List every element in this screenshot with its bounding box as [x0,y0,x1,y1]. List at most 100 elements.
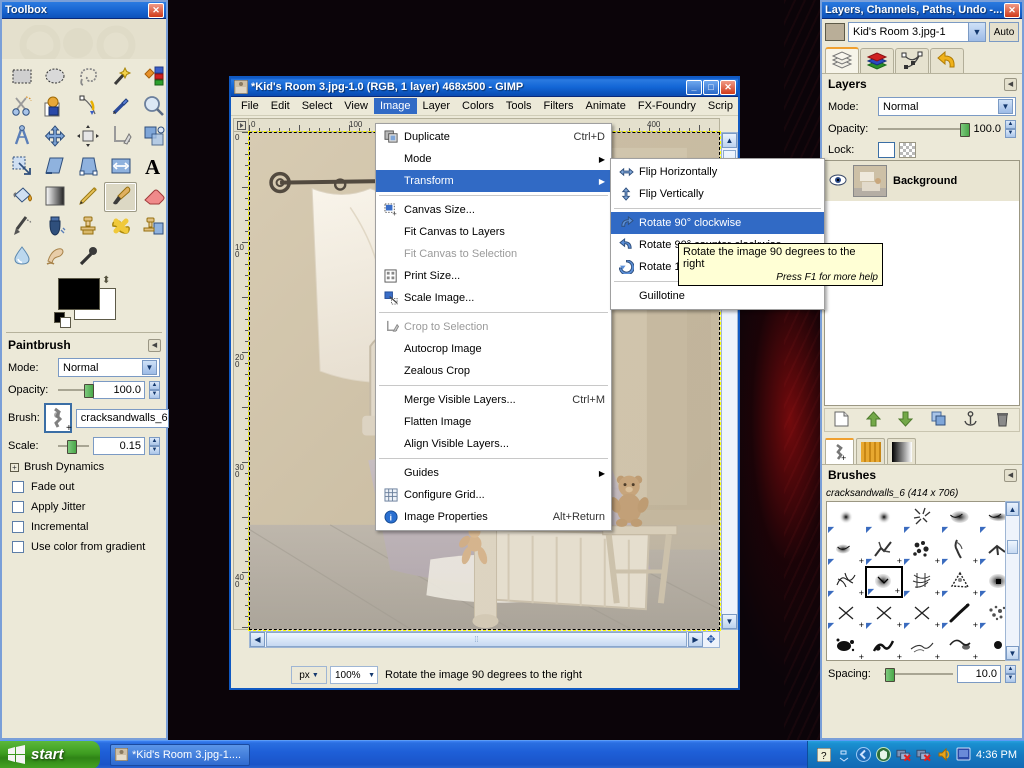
spacing-stepper[interactable]: ▲ ▼ [1005,665,1016,683]
help-tray-icon[interactable]: ? [816,747,831,762]
image-select[interactable]: Kid's Room 3.jpg-1 ▼ [848,22,986,42]
blend-tool[interactable] [38,182,71,212]
horizontal-scroll-thumb[interactable]: ⁞⁞ [266,632,687,647]
smudge-tool[interactable] [38,242,71,272]
fuzzy-select-tool[interactable] [104,62,137,92]
layers-tab[interactable] [825,47,859,73]
menu-item[interactable]: Print Size... [376,265,611,287]
brush-item[interactable]: ◤+ [903,598,941,630]
lower-layer-button[interactable] [898,411,914,430]
menu-item[interactable]: Rotate 90° clockwise [611,212,824,234]
image-menu-dropdown[interactable]: Duplicate Ctrl+D Mode ▶ Transform ▶ + Canvas Si… [375,123,612,531]
raise-layer-button[interactable] [865,410,882,430]
scale-stepper[interactable]: ▲ ▼ [149,437,160,455]
minimize-button[interactable]: _ [686,79,702,95]
brush-scroll-down-button[interactable]: ▼ [1006,646,1019,660]
auto-button[interactable]: Auto [989,22,1019,42]
brush-dynamics-expander[interactable]: + Brush Dynamics [2,457,166,477]
clone-tool[interactable] [71,212,104,242]
alignment-tool[interactable] [71,122,104,152]
collapse-icon[interactable]: ◀ [1004,77,1017,91]
flip-tool[interactable] [104,152,137,182]
brush-item[interactable]: + [865,630,903,660]
paintbrush-tool[interactable] [104,182,137,212]
image-menubar[interactable]: File Edit Select View Image Layer Colors Tools F… [231,97,738,116]
layer-opacity-slider[interactable] [878,122,971,137]
visibility-eye-icon[interactable] [829,174,847,189]
swap-colors-icon[interactable]: ⬍ [102,275,110,286]
canvas-horizontal-scrollbar[interactable]: ◀ ⁞⁞ ▶ ✥ [249,631,720,648]
brush-scroll-up-button[interactable]: ▲ [1006,502,1019,516]
brush-item[interactable]: + [941,630,979,660]
select-by-color-tool[interactable] [137,62,170,92]
zoom-tool[interactable] [137,92,170,122]
rect-select-tool[interactable] [5,62,38,92]
undo-history-tab[interactable] [930,48,964,73]
option-checkbox-row[interactable]: Use color from gradient [2,537,166,557]
menu-item[interactable]: + Canvas Size... [376,199,611,221]
menu-tools[interactable]: Tools [500,98,538,114]
scale-value[interactable]: 0.15 [93,437,145,455]
layer-action-toolbar[interactable] [824,408,1020,432]
network-error-tray-icon[interactable] [896,747,911,762]
brush-name-field[interactable]: cracksandwalls_6 [75,408,169,428]
crop-tool[interactable] [104,122,137,152]
menu-item[interactable]: Flip Horizontally [611,161,824,183]
collapse-icon[interactable]: ◀ [148,338,161,352]
menu-view[interactable]: View [338,98,374,114]
opacity-slider[interactable] [58,383,95,398]
spacing-value[interactable]: 10.0 [957,665,1001,683]
brush-item[interactable]: ◤+ [865,566,903,598]
gradients-tab[interactable] [887,438,916,464]
checkbox[interactable] [12,541,24,553]
brush-item[interactable]: ◤ [827,502,865,534]
menu-item[interactable]: Guillotine [611,285,824,307]
scissors-select-tool[interactable] [5,92,38,122]
delete-layer-button[interactable] [995,411,1010,430]
new-layer-button[interactable] [834,411,849,430]
brush-item[interactable]: ◤+ [941,534,979,566]
brush-item[interactable]: ◤ [903,502,941,534]
foreground-select-tool[interactable] [38,92,71,122]
brush-item[interactable]: + [903,630,941,660]
menu-select[interactable]: Select [296,98,339,114]
brush-item[interactable]: ◤ [941,502,979,534]
lock-pixels-icon[interactable] [899,142,916,158]
menu-filters[interactable]: Filters [538,98,580,114]
menu-edit[interactable]: Edit [265,98,296,114]
bucket-fill-tool[interactable] [5,182,38,212]
brush-grid[interactable]: ◤◤◤◤◤◤+◤+◤+◤+◤+◤+◤+◤+◤+◤+◤+◤+◤+◤+◤++++++ [826,501,1018,661]
spacing-slider[interactable] [884,667,953,682]
maximize-button[interactable]: □ [703,79,719,95]
taskbar-item-gimp[interactable]: *Kid's Room 3.jpg-1.... [110,743,251,766]
menu-item[interactable]: Mode ▶ [376,148,611,170]
chevron-down-icon[interactable]: ▼ [998,99,1013,114]
ellipse-select-tool[interactable] [38,62,71,92]
menu-colors[interactable]: Colors [456,98,500,114]
dock-close-button[interactable]: ✕ [1004,2,1020,18]
menu-scrip[interactable]: Scrip [702,98,739,114]
brush-tab-strip[interactable]: + [822,434,1022,464]
brush-item[interactable]: ◤+ [903,566,941,598]
menu-item[interactable]: Configure Grid... [376,484,611,506]
reset-colors-bg-icon[interactable] [60,317,71,328]
color-picker-tool[interactable] [104,92,137,122]
brush-item[interactable]: ◤+ [865,534,903,566]
paths-tab[interactable] [895,48,929,73]
brush-item[interactable]: ◤+ [827,534,865,566]
menu-animate[interactable]: Animate [579,98,631,114]
brush-grid-scrollbar[interactable]: ▲ ▼ [1005,501,1020,661]
collapse-icon[interactable]: ◀ [1004,468,1017,482]
dock-tab-strip[interactable] [822,45,1022,73]
show-hidden-icons-button[interactable] [836,747,851,762]
menu-item[interactable]: Flip Vertically [611,183,824,205]
checkbox[interactable] [12,521,24,533]
menu-item[interactable]: Duplicate Ctrl+D [376,126,611,148]
start-button[interactable]: start [0,740,100,768]
vertical-ruler[interactable]: 0 100 200 300 400 [233,132,249,630]
menu-item[interactable]: Flatten Image [376,411,611,433]
scale-tool[interactable] [5,152,38,182]
menu-item[interactable]: i Image Properties Alt+Return [376,506,611,528]
blur-sharpen-tool[interactable] [5,242,38,272]
text-tool[interactable]: A [137,152,170,182]
